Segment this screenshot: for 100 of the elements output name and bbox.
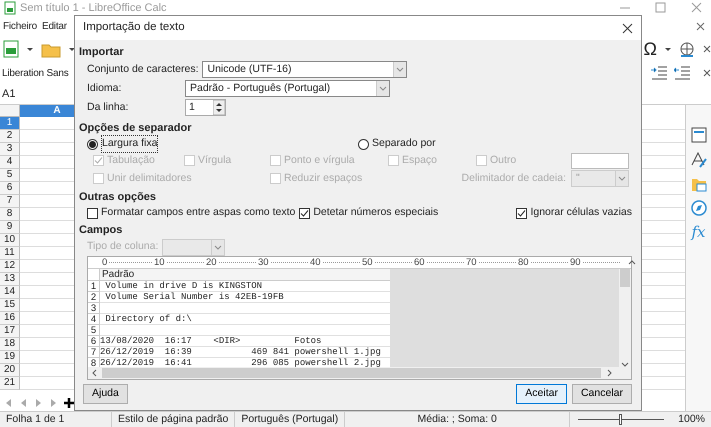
column-header[interactable]: Padrão [100,269,390,281]
row-header[interactable]: 2 [0,130,20,143]
ruler-label: 50 [362,257,373,268]
row-header[interactable]: 20 [0,364,20,377]
dialog-title: Importação de texto [83,20,185,36]
zoom-level: 100% [677,412,706,427]
line-number: 1 [88,281,100,292]
radio-button[interactable]: Largura fixa [87,135,358,153]
properties-icon[interactable] [690,127,706,143]
menu-item[interactable]: Editar [42,19,67,34]
ruler-label: 70 [466,257,477,268]
row-header[interactable]: 12 [0,260,20,273]
checkbox[interactable]: Detetar números especiais [299,205,512,221]
ruler-label: 10 [154,257,165,268]
check-icon [94,156,103,165]
row-header[interactable]: 14 [0,286,20,299]
row-header[interactable]: 17 [0,325,20,338]
scroll-down-icon[interactable] [621,362,629,367]
radio-dot-icon [89,140,96,148]
field-label: Conjunto de caracteres: [87,62,200,77]
line-number: 7 [88,347,100,358]
radio-button[interactable]: Separado por [358,136,436,152]
ruler-label: 0 [102,257,108,268]
gallery-icon[interactable] [690,176,706,192]
close-icon[interactable] [622,22,633,34]
row-header[interactable]: 5 [0,169,20,182]
text-field[interactable] [571,152,629,168]
field-label: Tipo de coluna: [87,239,160,254]
menu-item[interactable]: Ficheiro [3,19,37,34]
ok-button[interactable]: Aceitar [516,384,567,404]
caret-icon[interactable] [665,48,671,50]
field-label: Idioma: [87,80,122,96]
ruler-label: 60 [414,257,425,268]
increase-indent-icon[interactable] [651,65,668,81]
ruler-label: 30 [258,257,269,268]
row-header[interactable]: 8 [0,208,20,221]
row-header[interactable]: 13 [0,273,20,286]
row-header[interactable]: 9 [0,221,20,234]
special-character-icon[interactable]: Ω [644,36,657,62]
checkbox[interactable]: Ignorar células vazias [516,205,632,221]
line-number: 6 [88,336,100,347]
row-header[interactable]: 16 [0,312,20,325]
section-title: Importar [79,45,125,60]
font-name-field[interactable]: Liberation Sans [2,66,73,80]
row-header[interactable]: 3 [0,143,20,156]
help-button[interactable]: Ajuda [83,384,128,404]
ruler-label: 80 [518,257,529,268]
section-title: Outras opções [79,190,158,205]
caret-icon[interactable] [69,48,75,50]
maximize-icon[interactable] [655,2,667,14]
check-icon [517,208,526,218]
row-header[interactable]: 18 [0,338,20,351]
scroll-left-icon[interactable] [92,369,98,377]
scroll-right-icon[interactable] [607,369,613,377]
ruler-label: 40 [310,257,321,268]
line-number: 4 [88,314,100,325]
language-select[interactable]: Padrão - Português (Portugal) [185,80,390,97]
charset-select[interactable]: Unicode (UTF-16) [202,61,408,78]
more-icon[interactable] [703,69,711,77]
row-header[interactable]: 6 [0,182,20,195]
caret-icon[interactable] [27,48,33,50]
row-header[interactable]: 19 [0,351,20,364]
scrollbar-thumb[interactable] [102,368,601,378]
line-number: 5 [88,325,100,336]
slider-thumb[interactable] [619,414,622,425]
globe-icon[interactable] [679,40,695,58]
add-sheet-icon[interactable] [64,398,74,408]
caret-icon [379,86,387,91]
field-label: Delimitador de cadeia: [460,170,567,186]
spin-arrows-icon[interactable] [213,100,225,115]
line-number: 3 [88,303,100,314]
window-title: Sem título 1 - LibreOffice Calc [20,0,167,16]
caret-icon [396,67,404,72]
close-icon[interactable] [696,22,705,31]
checkbox[interactable]: Formatar campos entre aspas como texto [87,205,296,221]
spreadsheet-icon [4,1,16,15]
line-number: 2 [88,292,100,303]
more-icon[interactable] [703,45,711,53]
check-icon [300,208,310,218]
ruler-label: 90 [570,257,581,268]
row-header[interactable]: 7 [0,195,20,208]
scrollbar-thumb[interactable] [620,269,630,287]
row-header[interactable]: 11 [0,247,20,260]
cancel-button[interactable]: Cancelar [572,384,632,404]
section-title: Opções de separador [79,121,192,136]
new-spreadsheet-icon[interactable] [3,40,19,58]
row-header[interactable]: 21 [0,377,20,390]
compass-icon[interactable] [690,200,706,216]
row-header[interactable]: 1 [0,117,20,130]
scroll-up-icon[interactable] [628,260,636,265]
caret-icon [618,176,626,181]
decrease-indent-icon[interactable] [674,65,691,81]
ruler-label: 20 [206,257,217,268]
row-header[interactable]: 4 [0,156,20,169]
row-header[interactable]: 15 [0,299,20,312]
styles-icon[interactable] [690,151,707,168]
row-spinner[interactable]: 1 [185,99,226,116]
name-box[interactable]: A1 [2,86,16,103]
row-header[interactable]: 10 [0,234,20,247]
caret-icon [214,244,222,250]
